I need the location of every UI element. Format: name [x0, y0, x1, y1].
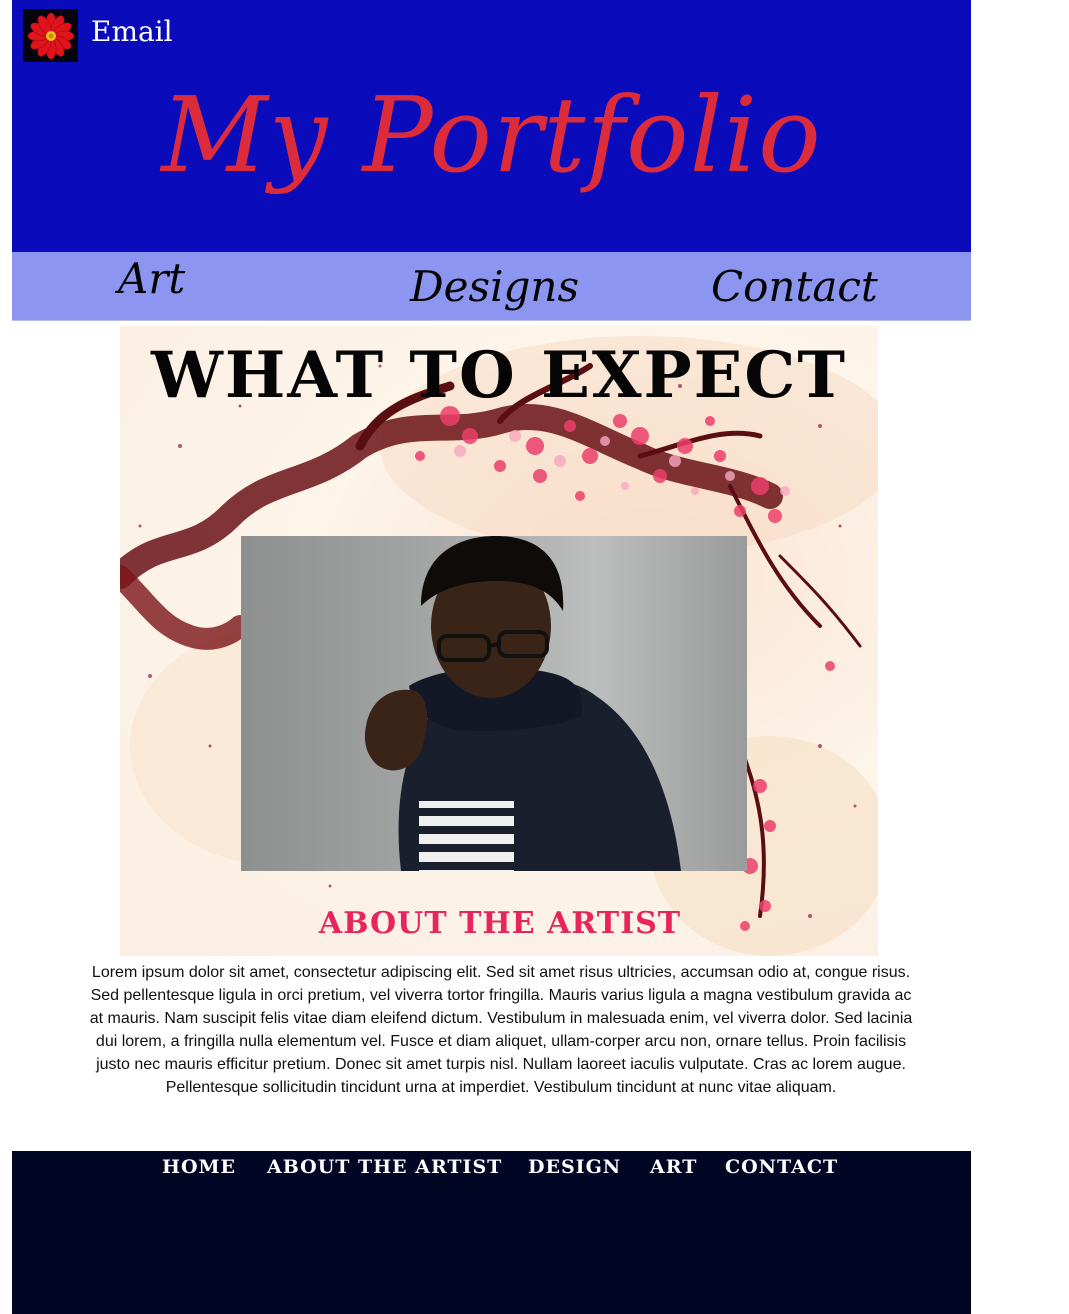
footer-contact-link[interactable]: CONTACT — [725, 1156, 838, 1178]
artist-photo — [241, 536, 747, 871]
nav-art-link[interactable]: Art — [118, 254, 185, 303]
top-nav: Art Designs Contact — [12, 252, 971, 321]
nav-contact-link[interactable]: Contact — [711, 262, 878, 311]
about-artist-heading: ABOUT THE ARTIST — [318, 906, 682, 941]
footer-art-link[interactable]: ART — [650, 1156, 697, 1178]
site-footer: HOME ABOUT THE ARTIST DESIGN ART CONTACT — [12, 1151, 971, 1314]
about-artist-text: Lorem ipsum dolor sit amet, consectetur … — [89, 964, 913, 1096]
footer-home-link[interactable]: HOME — [162, 1156, 236, 1178]
nav-designs-link[interactable]: Designs — [410, 262, 579, 311]
site-title: My Portfolio — [161, 74, 822, 196]
red-flower-icon[interactable] — [23, 9, 78, 62]
footer-design-link[interactable]: DESIGN — [528, 1156, 621, 1178]
email-link[interactable]: Email — [91, 15, 173, 48]
portfolio-page: Email My Portfolio Art Designs Contact W… — [0, 0, 1069, 1314]
what-to-expect-heading: WHAT TO EXPECT — [151, 338, 847, 413]
footer-about-link[interactable]: ABOUT THE ARTIST — [267, 1156, 502, 1178]
site-header: Email My Portfolio — [12, 0, 971, 252]
